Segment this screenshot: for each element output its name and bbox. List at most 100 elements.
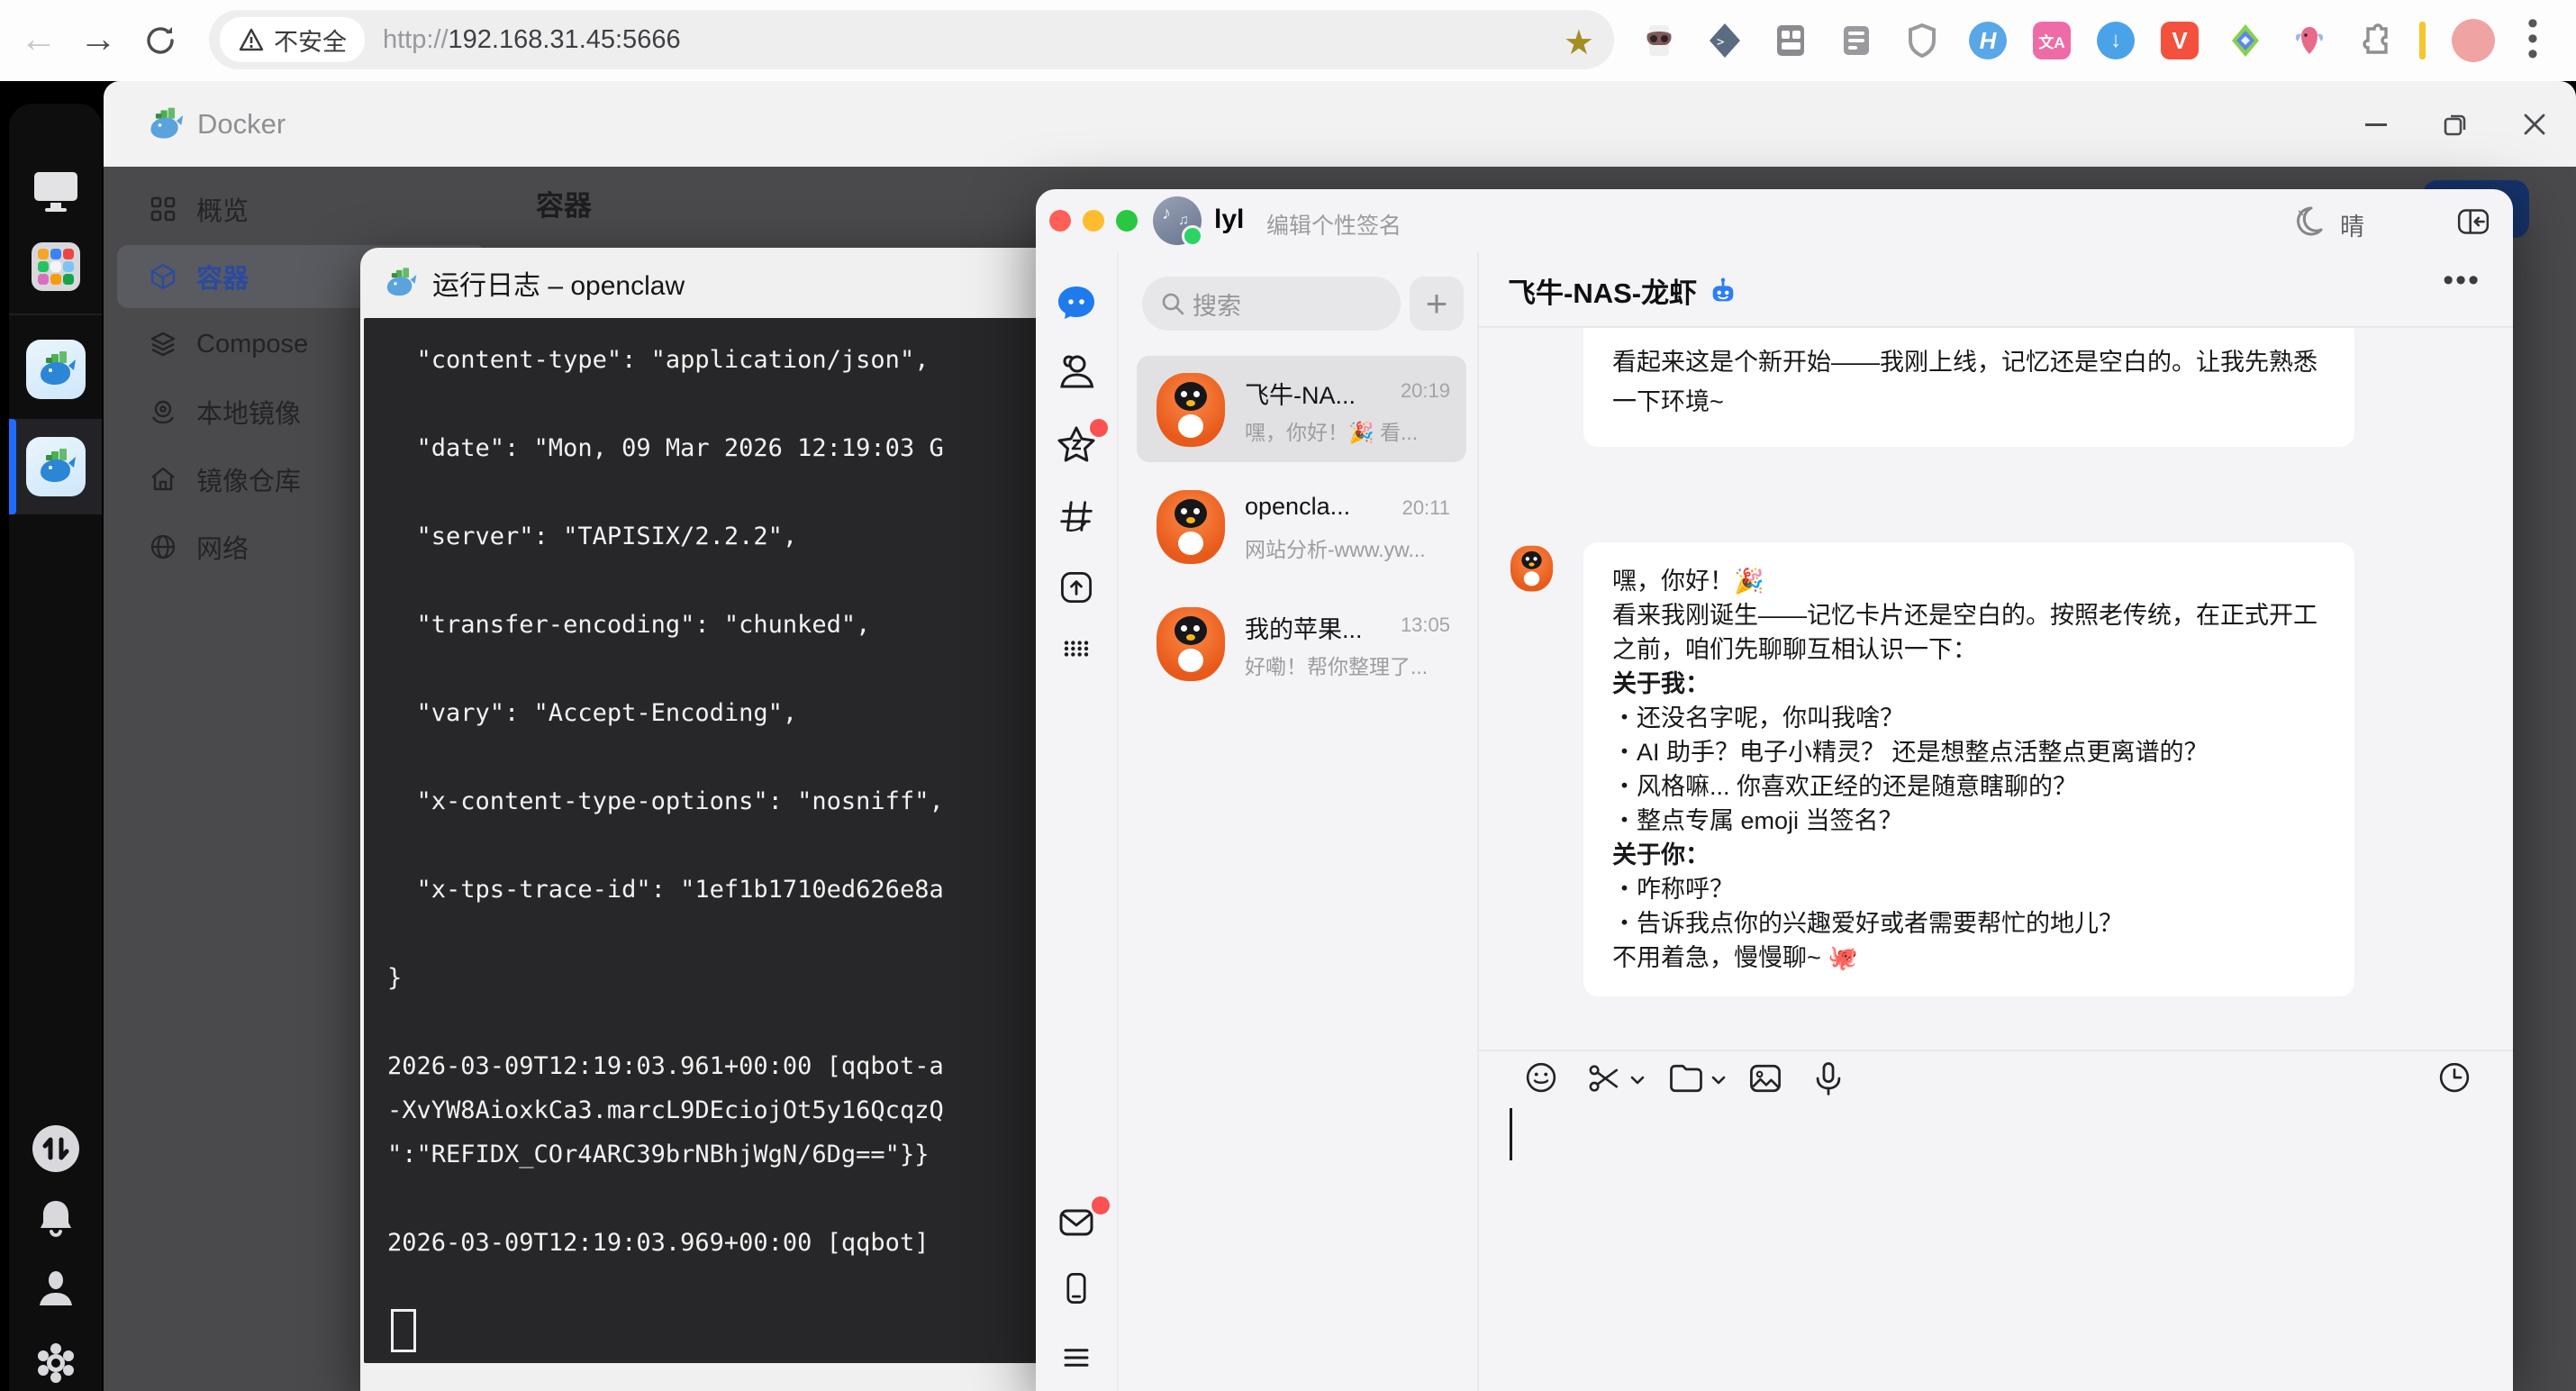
settings-gear-icon[interactable]: [32, 1340, 79, 1386]
signature-placeholder[interactable]: 编辑个性签名: [1266, 208, 1401, 241]
close-traffic-light[interactable]: [1049, 210, 1071, 232]
message-bubble: 嘿，你好！🎉看来我刚诞生——记忆卡片还是空白的。按照老传统，在正式开工之前，咱们…: [1583, 542, 2354, 996]
browser-menu-icon[interactable]: •••: [2527, 16, 2538, 62]
docker-whale-icon: [145, 105, 185, 144]
bookmark-star-icon[interactable]: ★: [1564, 23, 1594, 63]
qq-window: ♪♫ lyl 编辑个性签名 晴: [1036, 189, 2513, 1391]
overview-icon: [150, 195, 177, 223]
reload-icon[interactable]: [142, 23, 178, 59]
message-line: 看来我刚诞生——记忆卡片还是空白的。按照老传统，在正式开工之前，咱们先聊聊互相认…: [1612, 598, 2326, 667]
security-chip[interactable]: 不安全: [220, 17, 365, 62]
url-bar[interactable]: 不安全 http://192.168.31.45:5666 ★: [209, 10, 1614, 69]
user-avatar[interactable]: ♪♫: [1153, 196, 1202, 245]
messages-icon[interactable]: [1055, 282, 1098, 325]
mail-notification-dot: [1092, 1196, 1110, 1214]
mini-world-icon[interactable]: [1057, 568, 1096, 607]
message-input-area[interactable]: [1479, 1050, 2513, 1391]
docker-app-icon[interactable]: [26, 340, 86, 399]
extension-translate-icon[interactable]: 文A: [2031, 20, 2073, 61]
extension-gem-icon[interactable]: [2225, 20, 2266, 61]
weather-label[interactable]: 晴: [2340, 207, 2364, 242]
image-repo-icon: [150, 466, 177, 493]
bot-badge-icon: [1708, 276, 1738, 306]
warning-icon: [238, 26, 265, 53]
conversation-panel: 飞牛-NAS-龙虾 ••• 看起来这是个新开始——我刚上线，记忆还是空白的。让我…: [1477, 252, 2513, 1391]
extension-v-icon[interactable]: V: [2159, 20, 2200, 61]
extension-bird-icon[interactable]: [2289, 20, 2330, 61]
forward-icon[interactable]: →: [79, 20, 117, 58]
conversation-more-icon[interactable]: •••: [2443, 263, 2481, 298]
extension-datatool-icon[interactable]: ↓: [2095, 20, 2136, 61]
extension-h-icon[interactable]: H: [1967, 20, 2009, 61]
chevron-down-icon[interactable]: [1710, 1071, 1728, 1089]
chat-time: 20:19: [1401, 379, 1450, 403]
collapse-sidebar-icon[interactable]: [2455, 204, 2491, 240]
extension-puzzle-icon[interactable]: [2354, 20, 2395, 61]
security-chip-label: 不安全: [274, 23, 347, 58]
chat-preview: 网站分析-www.yw...: [1245, 532, 1426, 563]
chevron-down-icon[interactable]: [1628, 1071, 1646, 1089]
chat-list-item[interactable]: 飞牛-NA... 20:19 嘿，你好！🎉 看...: [1137, 356, 1466, 462]
microphone-icon[interactable]: [1809, 1059, 1848, 1098]
screenshot-scissors-icon[interactable]: [1585, 1059, 1625, 1098]
screen: ← → 不安全 http://192.168.31.45:5666 ★ >: [0, 0, 2576, 1391]
sidebar-label: 网络: [196, 528, 249, 566]
docker-app-icon-active[interactable]: [26, 437, 86, 496]
minimize-button[interactable]: [2361, 109, 2391, 140]
zoom-traffic-light[interactable]: [1116, 210, 1138, 232]
message-line: 关于你：: [1612, 838, 2326, 872]
pinned-extension-bar: [2419, 22, 2426, 59]
sidebar-label: 本地镜像: [196, 393, 301, 431]
bell-icon[interactable]: [32, 1196, 79, 1242]
chat-time: 13:05: [1401, 614, 1450, 637]
file-folder-icon[interactable]: [1666, 1059, 1706, 1098]
extension-shield-icon[interactable]: [1901, 20, 1943, 61]
browser-profile-avatar[interactable]: [2452, 19, 2495, 62]
extension-grid-icon[interactable]: [1770, 20, 1811, 61]
local-images-icon: [150, 398, 177, 425]
contacts-icon[interactable]: [1055, 350, 1098, 394]
sidebar-label: 镜像仓库: [196, 460, 301, 498]
chat-avatar-lobster: [1149, 368, 1232, 450]
message-line: 看起来这是个新开始——我刚上线，记忆还是空白的。让我先熟悉: [1612, 342, 2326, 382]
extension-card-icon[interactable]: [1836, 20, 1877, 61]
user-icon[interactable]: [33, 1268, 78, 1313]
extension-mask-icon[interactable]: [1638, 20, 1680, 61]
theme-moon-icon[interactable]: [2288, 203, 2326, 241]
message-history-clock-icon[interactable]: [2435, 1059, 2473, 1096]
sidebar-label: 容器: [196, 258, 249, 295]
extension-code-icon[interactable]: >: [1704, 20, 1746, 61]
more-apps-grid-icon[interactable]: [1057, 629, 1096, 668]
qzone-notification-dot: [1090, 419, 1108, 437]
display-icon[interactable]: [31, 168, 81, 214]
chat-list-item[interactable]: 我的苹果... 13:05 好嘞！帮你整理了...: [1137, 590, 1466, 696]
channels-hash-icon[interactable]: [1056, 495, 1097, 537]
menu-icon[interactable]: [1057, 1338, 1096, 1377]
docker-page-title: 容器: [536, 183, 592, 223]
user-name[interactable]: lyl: [1214, 205, 1244, 235]
close-button[interactable]: [2519, 109, 2550, 140]
minimize-traffic-light[interactable]: [1083, 210, 1104, 232]
emoji-icon[interactable]: [1522, 1059, 1560, 1096]
message-scroll-area[interactable]: 看起来这是个新开始——我刚上线，记忆还是空白的。让我先熟悉 一下环境~ 嘿，你好…: [1479, 328, 2513, 1050]
docker-titlebar[interactable]: Docker: [104, 81, 2576, 167]
terminal-output[interactable]: "content-type": "application/json", "dat…: [364, 318, 1122, 1363]
back-icon[interactable]: ←: [20, 20, 58, 58]
terminal-cursor: [391, 1309, 416, 1352]
maximize-button[interactable]: [2440, 109, 2471, 140]
log-titlebar[interactable]: 运行日志 – openclaw: [360, 248, 1126, 318]
chat-list: 飞牛-NA... 20:19 嘿，你好！🎉 看... opencla... 20…: [1117, 252, 1477, 1391]
message-line: ・风格嘛... 你喜欢正经的还是随意瞎聊的？: [1612, 769, 2326, 804]
bot-message-avatar[interactable]: [1506, 542, 1557, 594]
phone-device-icon[interactable]: [1057, 1268, 1096, 1308]
chat-list-item[interactable]: opencla... 20:11 网站分析-www.yw...: [1137, 473, 1466, 579]
url-text: http://192.168.31.45:5666: [383, 25, 681, 55]
chat-avatar-lobster: [1149, 485, 1232, 568]
transfer-icon[interactable]: [31, 1123, 81, 1174]
message-line: ・告诉我点你的兴趣爱好或者需要帮忙的地儿？: [1612, 906, 2326, 941]
image-icon[interactable]: [1746, 1059, 1785, 1098]
app-grid-icon[interactable]: [30, 241, 82, 293]
sidebar-item-overview[interactable]: 概览: [117, 177, 486, 241]
message-line: 嘿，你好！🎉: [1612, 564, 2326, 598]
message-line: ・咋称呼？: [1612, 872, 2326, 906]
